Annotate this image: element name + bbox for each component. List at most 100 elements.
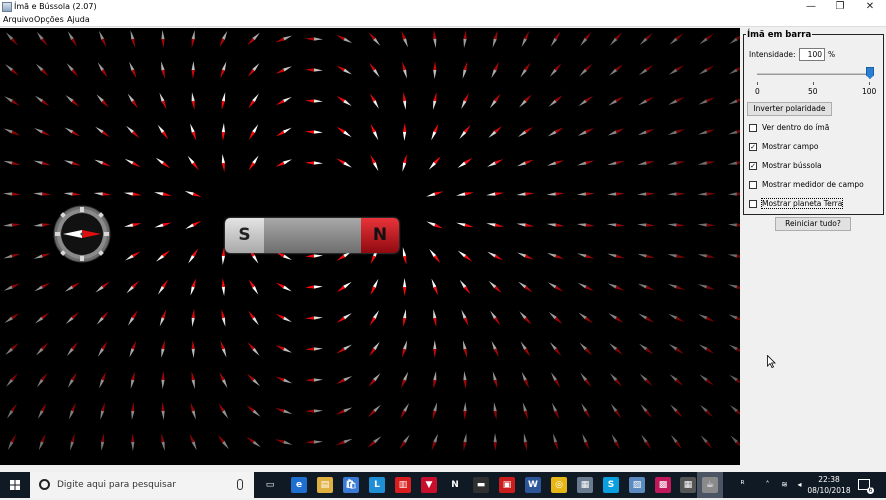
bar-magnet[interactable]: S N [225, 218, 399, 253]
field-needle [246, 436, 261, 448]
needle-south-half [486, 223, 496, 227]
start-button[interactable] [0, 472, 30, 498]
chevron-up-icon[interactable]: ˄ [763, 481, 772, 489]
needle-north-half [675, 285, 685, 291]
field-needle [275, 313, 292, 323]
restore-icon[interactable]: ❐ [825, 0, 855, 14]
flip-polarity-button[interactable]: Inverter polaridade [747, 102, 832, 116]
needle-south-half [154, 223, 164, 228]
needle-south-half [431, 131, 437, 141]
reset-all-button[interactable]: Reiniciar tudo? [775, 217, 851, 231]
needle-north-half [614, 441, 621, 450]
needle-north-half [615, 285, 625, 291]
store-icon[interactable]: 🛍 [343, 477, 359, 493]
task-view-icon[interactable]: ▭ [262, 477, 278, 493]
field-needle [275, 159, 292, 167]
chrome-icon[interactable]: ◎ [551, 477, 567, 493]
field-needle [189, 433, 197, 451]
acrobat-icon[interactable]: ▣ [499, 477, 515, 493]
needle-south-half [459, 279, 467, 288]
needle-north-half [706, 161, 716, 165]
menu-bar: Arquivo Opções Ajuda [0, 14, 886, 27]
strength-slider[interactable] [757, 73, 870, 75]
checkbox-box[interactable] [749, 124, 757, 132]
terminal-icon[interactable]: ▬ [473, 477, 489, 493]
minimize-icon[interactable]: — [796, 0, 826, 14]
bar-magnet-group: Ímã em barra Intensidade: 100 % 0 50 100… [743, 30, 884, 215]
needle-south-half [493, 433, 497, 443]
needle-north-half [706, 285, 716, 290]
field-needle [219, 30, 228, 48]
needle-north-half [131, 402, 135, 412]
needle-south-half [313, 347, 323, 351]
calculator-icon[interactable]: ▦ [680, 477, 696, 493]
slider-thumb[interactable] [866, 67, 874, 79]
word-icon[interactable]: W [525, 477, 541, 493]
needle-north-half [705, 33, 714, 41]
menu-opcoes[interactable]: Opções [34, 15, 64, 24]
field-needle [305, 68, 323, 72]
notification-icon[interactable]: 6 [858, 479, 874, 494]
needle-north-half [493, 348, 499, 358]
needle-north-half [675, 65, 684, 72]
compass[interactable] [52, 204, 112, 264]
needle-north-half [191, 309, 195, 319]
files-icon[interactable]: ▦ [577, 477, 593, 493]
menu-arquivo[interactable]: Arquivo [3, 15, 34, 24]
clock-date[interactable]: 08/10/2018 [806, 486, 852, 495]
close-icon[interactable]: ✕ [855, 0, 885, 14]
field-needle [305, 161, 323, 165]
file-explorer-icon[interactable]: ▤ [317, 477, 333, 493]
checkbox-box[interactable]: ✓ [749, 143, 757, 151]
checkbox-box[interactable] [749, 200, 757, 208]
needle-south-half [190, 123, 195, 133]
l-app-icon[interactable]: L [369, 477, 385, 493]
field-needle [549, 63, 562, 77]
needle-north-half [463, 441, 467, 451]
needle-north-half [615, 254, 625, 259]
photos-icon[interactable]: ▨ [629, 477, 645, 493]
java-icon[interactable]: ☕ [702, 477, 718, 493]
needle-north-half [101, 371, 107, 381]
simulation-canvas[interactable]: S N [0, 28, 740, 465]
needle-south-half [637, 130, 647, 136]
volume-icon[interactable]: ◂ [795, 481, 804, 489]
field-needle [637, 161, 656, 165]
north-label: N [372, 225, 388, 245]
edge-icon[interactable]: e [291, 477, 307, 493]
mcafee-icon[interactable]: ▼ [421, 477, 437, 493]
needle-south-half [93, 192, 103, 196]
microphone-icon[interactable] [237, 479, 243, 490]
needle-south-half [252, 255, 259, 264]
needle-south-half [313, 378, 323, 382]
red-grid-icon[interactable]: ▩ [655, 477, 671, 493]
field-needle [367, 436, 382, 448]
menu-ajuda[interactable]: Ajuda [67, 15, 90, 24]
netflix-icon[interactable]: N [447, 477, 463, 493]
red-app-icon[interactable]: ▥ [395, 477, 411, 493]
field-needle [161, 371, 165, 389]
strength-input[interactable]: 100 [799, 48, 825, 61]
field-needle [611, 434, 621, 450]
needle-south-half [343, 407, 353, 413]
taskbar-search[interactable]: Digite aqui para pesquisar [30, 472, 254, 498]
needle-south-half [551, 402, 558, 412]
needle-north-half [221, 131, 225, 141]
needle-north-half [369, 317, 376, 326]
needle-south-half [97, 348, 104, 357]
clock-time[interactable]: 22:38 [808, 475, 850, 484]
field-needle [698, 314, 715, 322]
field-needle [552, 433, 559, 451]
field-needle [433, 309, 437, 327]
needle-south-half [403, 403, 410, 412]
skype-icon[interactable]: S [603, 477, 619, 493]
field-needle [607, 192, 625, 196]
checkbox-box[interactable]: ✓ [749, 162, 757, 170]
field-needle [127, 310, 138, 326]
needle-south-half [67, 31, 74, 40]
network-icon[interactable]: ≋ [780, 481, 789, 489]
needle-north-half [399, 441, 406, 450]
needle-south-half [548, 312, 557, 320]
people-icon[interactable]: ᴿ [738, 481, 747, 490]
checkbox-box[interactable] [749, 181, 757, 189]
